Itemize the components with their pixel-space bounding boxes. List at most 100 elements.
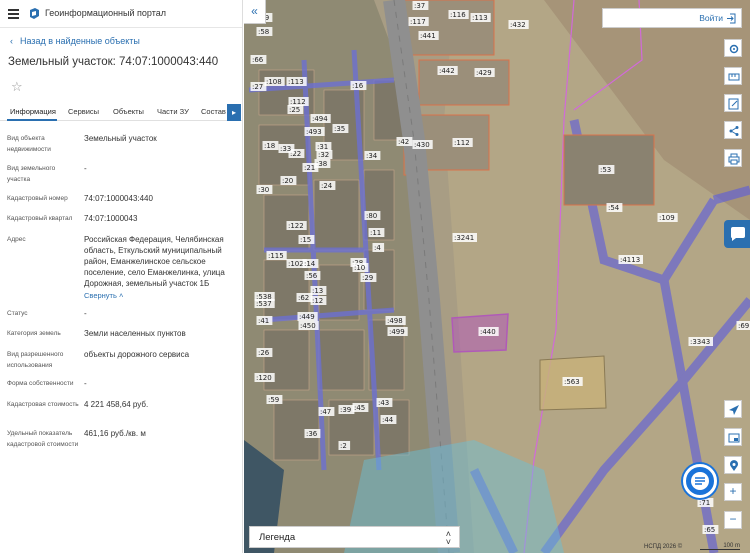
locate-button[interactable] [724,400,742,418]
legend-select[interactable]: Легенда ˄ ˅ [249,526,460,548]
tab-parcel-parts[interactable]: Части ЗУ [157,107,189,116]
parcel-label[interactable]: :65 [704,526,715,534]
parcel-label[interactable]: :109 [659,214,675,222]
parcel-label[interactable]: :80 [366,212,377,220]
parcel-label[interactable]: :102 [288,260,304,268]
parcel-label[interactable]: :56 [306,272,318,280]
parcel-label[interactable]: :4 [374,244,381,252]
edit-button[interactable] [724,94,742,112]
field-value: Российская Федерация, Челябинская област… [84,235,225,288]
parcel-label[interactable]: :13 [312,287,323,295]
collapse-panel-button[interactable]: « [244,0,266,24]
parcel-label[interactable]: :53 [600,166,611,174]
parcel-label[interactable]: :26 [258,349,270,357]
parcel-label[interactable]: :30 [258,186,269,194]
parcel-label[interactable]: :33 [280,145,291,153]
parcel-label[interactable]: :71 [699,499,710,507]
login-button[interactable]: Войти [602,8,742,28]
parcel-label[interactable]: :62 [298,294,309,302]
settings-button[interactable] [724,39,742,57]
parcel-label[interactable]: :31 [317,143,328,151]
menu-icon[interactable] [8,9,19,19]
tab-objects[interactable]: Объекты [113,107,144,116]
parcel-label[interactable]: :117 [410,18,426,26]
parcel-label[interactable]: :35 [334,125,345,133]
parcel-label[interactable]: :45 [354,404,365,412]
parcel-label[interactable]: :11 [370,229,381,237]
parcel-label[interactable]: :44 [382,416,394,424]
selected-parcel-label[interactable]: :440 [480,328,496,336]
parcel-label[interactable]: :537 [256,300,272,308]
parcel-label[interactable]: :39 [340,406,351,414]
parcel-label[interactable]: :122 [288,222,304,230]
print-button[interactable] [724,149,742,167]
tab-information[interactable]: Информация [10,107,56,116]
parcel-label[interactable]: :430 [414,141,430,149]
parcel-label[interactable]: :27 [252,83,263,91]
parcel-label[interactable]: :10 [354,264,365,272]
parcel-label[interactable]: :494 [312,115,328,123]
parcel-label[interactable]: :2 [340,442,347,450]
parcel-label[interactable]: :25 [289,106,300,114]
parcel-label[interactable]: :113 [472,14,488,22]
back-to-results-link[interactable]: ‹ Назад в найденные объекты [10,36,140,46]
parcel-label[interactable]: :449 [299,313,315,321]
parcel-label[interactable]: :20 [282,177,293,185]
assistant-button[interactable] [683,464,717,498]
zoom-out-button[interactable]: − [724,511,742,529]
parcel-label[interactable]: :14 [304,260,316,268]
parcel-label[interactable]: :3343 [690,338,710,346]
parcel-label[interactable]: :493 [306,128,322,136]
geolocation-button[interactable] [724,456,742,474]
parcel-label[interactable]: :112 [290,98,306,106]
parcel-label[interactable]: :120 [256,374,272,382]
parcel-label[interactable]: :24 [321,182,333,190]
share-button[interactable] [724,121,742,139]
field-value: Земельный участок [84,134,157,143]
parcel-label[interactable]: :499 [389,328,405,336]
parcel-label[interactable]: :432 [510,21,526,29]
parcel-label[interactable]: :3241 [454,234,474,242]
parcel-label[interactable]: :41 [258,317,269,325]
parcel-label[interactable]: :43 [378,399,389,407]
parcel-label[interactable]: :47 [320,408,331,416]
parcel-label[interactable]: :66 [252,56,264,64]
tab-composition[interactable]: Состав [201,107,226,116]
parcel-label[interactable]: :429 [476,69,492,77]
measure-button[interactable] [724,67,742,85]
parcel-label[interactable]: :112 [454,139,470,147]
parcel-label[interactable]: :450 [300,322,316,330]
parcel-label[interactable]: :563 [564,378,580,386]
parcel-label[interactable]: :54 [608,204,620,212]
parcel-label[interactable]: :498 [387,317,403,325]
parcel-label[interactable]: :29 [362,274,373,282]
parcel-label[interactable]: :442 [439,67,455,75]
parcel-label[interactable]: :37 [414,2,425,10]
parcel-label[interactable]: :116 [450,11,466,19]
parcel-label[interactable]: :16 [352,82,364,90]
parcel-label[interactable]: :441 [420,32,436,40]
parcel-label[interactable]: :4113 [620,256,640,264]
map-view[interactable]: :440 :563 :3241 :4113 :3343 :109 :112 :430 :442:… [244,0,750,553]
side-panel-toggle[interactable] [724,220,750,248]
zoom-in-button[interactable]: + [724,483,742,501]
parcel-label[interactable]: :58 [258,28,269,36]
parcel-label[interactable]: :15 [300,236,311,244]
parcel-label[interactable]: :108 [266,78,282,86]
tab-services[interactable]: Сервисы [68,107,99,116]
parcel-label[interactable]: :115 [268,252,284,260]
tabs-scroll-right-button[interactable]: ▸ [227,104,241,121]
parcel-label[interactable]: :18 [264,142,275,150]
layers-button[interactable] [724,428,742,446]
parcel-label[interactable]: :42 [398,138,409,146]
parcel-label[interactable]: :69 [738,322,749,330]
parcel-label[interactable]: :21 [304,164,315,172]
star-icon[interactable]: ☆ [11,79,23,95]
parcel-label[interactable]: :34 [366,152,378,160]
parcel-label[interactable]: :59 [268,396,279,404]
parcel-label[interactable]: :12 [312,297,323,305]
parcel-label[interactable]: :113 [288,78,304,86]
parcel-label[interactable]: :36 [306,430,318,438]
parcel-label[interactable]: :32 [318,151,329,159]
collapse-address-link[interactable]: Свернуть ˄ [84,291,123,300]
